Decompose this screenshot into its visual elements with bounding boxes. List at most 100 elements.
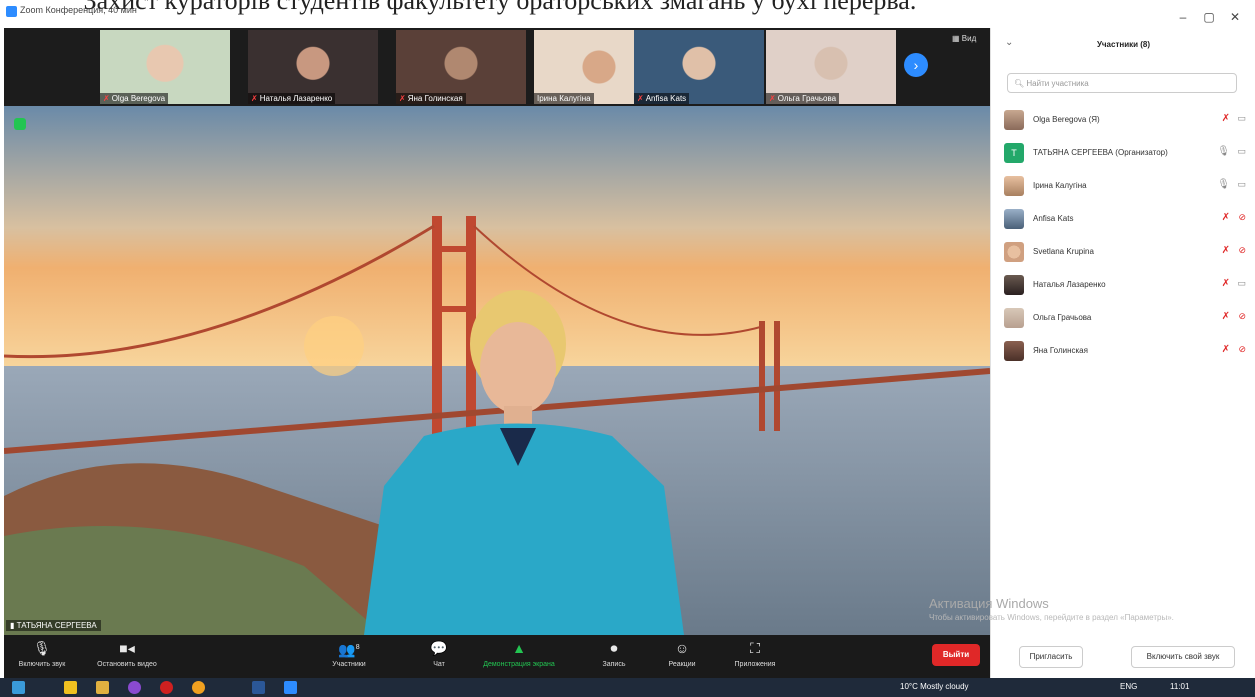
viber-icon[interactable] — [128, 681, 141, 694]
chat-button[interactable]: 💬 Чат — [424, 639, 454, 668]
mic-muted-icon: ✗ — [251, 94, 258, 103]
thumbnail-name: ✗ Olga Beregova — [100, 93, 169, 104]
share-screen-icon: ▲ — [512, 640, 526, 656]
view-button[interactable]: ▦ Вид — [952, 34, 976, 43]
panel-header: ⌄ Участники (8) — [991, 28, 1255, 62]
thumbnail-name: ✗ Ольга Грачьова — [766, 93, 840, 104]
mic-muted-icon[interactable]: ✗ — [1222, 245, 1230, 256]
camera-off-icon[interactable]: ⊘ — [1238, 245, 1246, 256]
mic-muted-icon: ✗ — [637, 94, 644, 103]
grid-icon: ▦ — [952, 34, 962, 43]
start-icon[interactable] — [12, 681, 25, 694]
participant-row[interactable]: Наталья Лазаренко ✗ ▭ — [991, 269, 1255, 302]
video-thumbnail[interactable]: ✗ Olga Beregova — [100, 30, 230, 104]
speaker-name-label: ▮ ТАТЬЯНА СЕРГЕЕВА — [6, 620, 101, 631]
video-strip: ✗ Olga Beregova ✗ Наталья Лазаренко ✗ Яна Г… — [4, 28, 990, 106]
chat-icon: 💬 — [430, 640, 448, 656]
clock[interactable]: 11:01 — [1170, 682, 1189, 691]
participant-row[interactable]: Svetlana Krupina ✗ ⊘ — [991, 236, 1255, 269]
invite-button[interactable]: Пригласить — [1019, 646, 1083, 668]
reactions-button[interactable]: ☺ Реакции — [659, 639, 705, 668]
video-icon: ■◂ — [119, 640, 135, 656]
participant-row[interactable]: Яна Голинская ✗ ⊘ — [991, 335, 1255, 368]
mic-muted-icon[interactable]: ✗ — [1222, 212, 1230, 223]
avatar — [1004, 209, 1024, 229]
meeting-area: ✗ Olga Beregova ✗ Наталья Лазаренко ✗ Яна Г… — [4, 28, 990, 635]
participant-row[interactable]: Ольга Грачьова ✗ ⊘ — [991, 302, 1255, 335]
reactions-icon: ☺ — [674, 640, 690, 656]
unmute-self-button[interactable]: Включить свой звук — [1131, 646, 1235, 668]
mic-muted-icon[interactable]: ✗ — [1222, 113, 1230, 124]
mic-muted-icon[interactable]: ✗ — [1222, 311, 1230, 322]
record-button[interactable]: ⏺ Запись — [594, 639, 634, 668]
avatar — [1004, 275, 1024, 295]
participants-icon: 👥8 — [338, 641, 360, 658]
opera-icon[interactable] — [160, 681, 173, 694]
thumbnail-name: ✗ Anfisa Kats — [634, 93, 690, 104]
camera-icon[interactable]: ▭ — [1237, 146, 1246, 157]
avatar — [1004, 308, 1024, 328]
mic-muted-icon[interactable]: ✗ — [1222, 344, 1230, 355]
camera-off-icon[interactable]: ⊘ — [1238, 212, 1246, 223]
video-thumbnail[interactable]: ✗ Наталья Лазаренко — [248, 30, 378, 104]
windows-activation-hint: Чтобы активировать Windows, перейдите в … — [929, 613, 1174, 622]
participant-row[interactable]: Anfisa Kats ✗ ⊘ — [991, 203, 1255, 236]
zoom-logo-icon — [6, 6, 17, 17]
participant-row[interactable]: Ірина Калугіна 🎙 ▭ — [991, 170, 1255, 203]
participant-row[interactable]: Olga Beregova (Я) ✗ ▭ — [991, 104, 1255, 137]
camera-off-icon[interactable]: ⊘ — [1238, 311, 1246, 322]
video-thumbnail[interactable]: ✗ Anfisa Kats — [634, 30, 764, 104]
thumbnail-name: ✗ Наталья Лазаренко — [248, 93, 336, 104]
mic-muted-icon[interactable]: ✗ — [1222, 278, 1230, 289]
participant-row[interactable]: Т ТАТЬЯНА СЕРГЕЕВА (Организатор) 🎙 ▭ — [991, 137, 1255, 170]
windows-activation-watermark: Активация Windows — [929, 596, 1049, 611]
thumbnail-name: ✗ Яна Голинская — [396, 93, 466, 104]
avatar: Т — [1004, 143, 1024, 163]
share-screen-button[interactable]: ▲ Демонстрация экрана — [474, 639, 564, 668]
search-icon: 🔍︎ — [1014, 79, 1027, 88]
avatar — [1004, 110, 1024, 130]
camera-off-icon[interactable]: ⊘ — [1238, 344, 1246, 355]
security-shield-icon[interactable] — [14, 118, 26, 130]
next-page-button[interactable]: › — [904, 53, 928, 77]
windows-taskbar: 10°C Mostly cloudy ENG 11:01 — [0, 678, 1255, 697]
word-icon[interactable] — [252, 681, 265, 694]
apps-button[interactable]: ⛶ Приложения — [722, 639, 788, 668]
participant-list: Olga Beregova (Я) ✗ ▭ Т ТАТЬЯНА СЕРГЕЕВА… — [991, 104, 1255, 368]
leave-meeting-button[interactable]: Выйти — [932, 644, 980, 666]
camera-icon[interactable]: ▭ — [1237, 113, 1246, 124]
folder-icon[interactable] — [96, 681, 109, 694]
weather-widget[interactable]: 10°C Mostly cloudy — [900, 682, 969, 691]
signal-icon: ▮ — [10, 621, 17, 630]
stop-video-button[interactable]: ■◂ Остановить видео — [88, 639, 166, 668]
window-title: Zoom Конференция, 40 мин — [20, 5, 137, 15]
mic-icon[interactable]: 🎙 — [1217, 179, 1230, 190]
file-explorer-icon[interactable] — [64, 681, 77, 694]
panel-title: Участники (8) — [1096, 40, 1151, 49]
participants-panel: ⌄ Участники (8) 🔍︎ Найти участника Olga … — [990, 28, 1255, 678]
mic-muted-icon: ✗ — [769, 94, 776, 103]
avatar — [1004, 176, 1024, 196]
mic-off-icon: 🎙 — [33, 640, 51, 656]
camera-icon[interactable]: ▭ — [1237, 179, 1246, 190]
record-icon: ⏺ — [610, 640, 618, 656]
meeting-toolbar: 🎙 Включить звук ■◂ Остановить видео 👥8 У… — [4, 635, 990, 678]
close-button[interactable]: ✕ — [1225, 10, 1245, 24]
mic-icon[interactable]: 🎙 — [1217, 146, 1230, 157]
video-thumbnail[interactable]: ✗ Ольга Грачьова — [766, 30, 896, 104]
zoom-icon[interactable] — [284, 681, 297, 694]
speaker-video — [4, 106, 990, 635]
minimize-button[interactable]: – — [1173, 10, 1193, 24]
apps-icon: ⛶ — [750, 640, 760, 656]
camera-icon[interactable]: ▭ — [1237, 278, 1246, 289]
unmute-button[interactable]: 🎙 Включить звук — [8, 639, 76, 668]
participant-search-input[interactable]: 🔍︎ Найти участника — [1007, 73, 1237, 93]
virtual-background — [4, 106, 990, 635]
maximize-button[interactable]: ▢ — [1199, 10, 1219, 24]
language-indicator[interactable]: ENG — [1120, 682, 1137, 691]
participants-button[interactable]: 👥8 Участники — [324, 639, 374, 668]
video-thumbnail[interactable]: ✗ Яна Голинская — [396, 30, 526, 104]
avatar — [1004, 341, 1024, 361]
mic-muted-icon: ✗ — [399, 94, 406, 103]
chrome-icon[interactable] — [192, 681, 205, 694]
